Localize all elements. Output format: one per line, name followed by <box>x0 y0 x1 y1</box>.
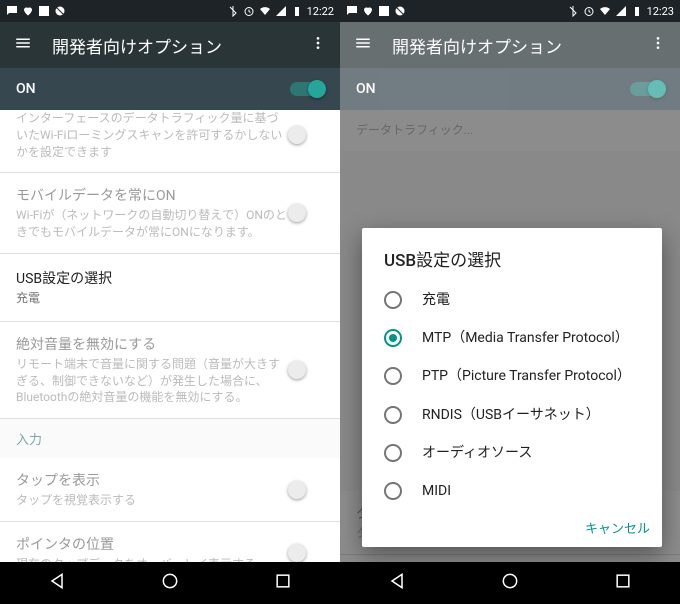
usb-config-sub: 充電 <box>16 290 324 307</box>
usb-config-title: USB設定の選択 <box>16 268 324 288</box>
bluetooth-icon <box>227 5 239 17</box>
radio-option-mtp[interactable]: MTP（Media Transfer Protocol） <box>362 319 662 357</box>
show-taps-switch[interactable] <box>290 483 324 497</box>
master-toggle-label: ON <box>356 81 376 97</box>
wifi-roaming-sub: インターフェースのデータトラフィック量に基づいたWi-Fiローミングスキャンを許… <box>16 110 290 160</box>
input-section-label: 入力 <box>0 419 340 458</box>
pointer-location-title: ポインタの位置 <box>16 534 290 554</box>
mobile-data-switch[interactable] <box>290 206 324 220</box>
radio-label: オーディオソース <box>422 444 532 462</box>
show-taps-row[interactable]: タップを表示 タップを視覚表示する <box>0 458 340 521</box>
status-time: 12:23 <box>647 5 674 18</box>
radio-option-ptp[interactable]: PTP（Picture Transfer Protocol） <box>362 357 662 395</box>
status-time: 12:22 <box>307 5 334 18</box>
master-switch[interactable] <box>290 82 324 96</box>
show-taps-sub: タップを視覚表示する <box>16 492 290 509</box>
cancel-button[interactable]: キャンセル <box>585 522 650 537</box>
heart-icon <box>22 5 34 17</box>
signal-icon <box>615 5 627 17</box>
wifi-icon <box>599 5 611 17</box>
alarm-icon <box>583 5 595 17</box>
radio-option-rndis[interactable]: RNDIS（USBイーサネット） <box>362 396 662 434</box>
mobile-data-sub: Wi-Fiが（ネットワークの自動切り替えで）ONのときでもモバイルデータが常にO… <box>16 207 290 241</box>
radio-label: MIDI <box>422 482 451 500</box>
usb-config-dialog: USB設定の選択 充電 MTP（Media Transfer Protocol）… <box>362 228 662 547</box>
settings-list: インターフェースのデータトラフィック量に基づいたWi-Fiローミングスキャンを許… <box>0 110 340 562</box>
app-bar: 開発者向けオプション <box>340 22 680 68</box>
master-toggle-label: ON <box>16 81 36 97</box>
radio-icon <box>384 406 402 424</box>
radio-icon <box>384 482 402 500</box>
wifi-roaming-row[interactable]: インターフェースのデータトラフィック量に基づいたWi-Fiローミングスキャンを許… <box>0 110 340 172</box>
radio-option-charge[interactable]: 充電 <box>362 281 662 319</box>
heart-icon <box>362 5 374 17</box>
home-button[interactable] <box>500 571 520 595</box>
radio-label: RNDIS（USBイーサネット） <box>422 406 600 424</box>
bluetooth-icon <box>567 5 579 17</box>
chat-icon <box>346 5 358 17</box>
absolute-volume-title: 絶対音量を無効にする <box>16 334 290 354</box>
pointer-location-row[interactable]: ポインタの位置 現在のタップデータをオーバーレイ表示する <box>0 522 340 562</box>
mobile-data-row[interactable]: モバイルデータを常にON Wi-Fiが（ネットワークの自動切り替えで）ONのとき… <box>0 173 340 253</box>
app-bar: 開発者向けオプション <box>0 22 340 68</box>
recents-button[interactable] <box>613 571 633 595</box>
chat-icon <box>6 5 18 17</box>
battery-icon <box>291 5 303 17</box>
page-title: 開発者向けオプション <box>52 33 310 58</box>
mobile-data-title: モバイルデータを常にON <box>16 185 290 205</box>
radio-option-midi[interactable]: MIDI <box>362 472 662 510</box>
phone-right: 12:23 開発者向けオプション ON データトラフィック... タップを表示 … <box>340 0 680 604</box>
radio-option-audio[interactable]: オーディオソース <box>362 434 662 472</box>
back-button[interactable] <box>47 571 67 595</box>
settings-list: データトラフィック... タップを表示 タップを視覚表示する ポインタの位置 現… <box>340 110 680 562</box>
signal-icon <box>275 5 287 17</box>
page-title: 開発者向けオプション <box>392 33 650 58</box>
radio-icon <box>384 291 402 309</box>
radio-label: MTP（Media Transfer Protocol） <box>422 329 629 347</box>
master-toggle-row[interactable]: ON <box>0 68 340 110</box>
master-toggle-row: ON <box>340 68 680 110</box>
master-switch <box>630 82 664 96</box>
status-bar: 12:23 <box>340 0 680 22</box>
show-taps-title: タップを表示 <box>16 470 290 490</box>
pointer-location-switch[interactable] <box>290 546 324 560</box>
usb-config-row[interactable]: USB設定の選択 充電 <box>0 254 340 321</box>
block-icon <box>394 5 406 17</box>
menu-icon[interactable] <box>14 34 32 56</box>
radio-icon-checked <box>384 329 402 347</box>
image-icon <box>378 5 390 17</box>
radio-label: 充電 <box>422 291 450 309</box>
recents-button[interactable] <box>273 571 293 595</box>
absolute-volume-sub: リモート端末で音量に関する問題（音量が大きすぎる、制御できないなど）が発生した場… <box>16 356 290 406</box>
absolute-volume-switch[interactable] <box>290 363 324 377</box>
back-button[interactable] <box>387 571 407 595</box>
status-bar: 12:22 <box>0 0 340 22</box>
alarm-icon <box>243 5 255 17</box>
overflow-icon <box>650 35 666 55</box>
block-icon <box>54 5 66 17</box>
absolute-volume-row[interactable]: 絶対音量を無効にする リモート端末で音量に関する問題（音量が大きすぎる、制御でき… <box>0 322 340 418</box>
wifi-icon <box>259 5 271 17</box>
overflow-icon[interactable] <box>310 35 326 55</box>
nav-bar <box>0 562 340 604</box>
nav-bar <box>340 562 680 604</box>
menu-icon <box>354 34 372 56</box>
wifi-roaming-switch[interactable] <box>290 128 324 142</box>
phone-left: 12:22 開発者向けオプション ON インターフェースのデータトラフィック量に… <box>0 0 340 604</box>
radio-label: PTP（Picture Transfer Protocol） <box>422 367 631 385</box>
battery-icon <box>631 5 643 17</box>
radio-icon <box>384 367 402 385</box>
dialog-title: USB設定の選択 <box>362 228 662 281</box>
image-icon <box>38 5 50 17</box>
radio-icon <box>384 444 402 462</box>
home-button[interactable] <box>160 571 180 595</box>
